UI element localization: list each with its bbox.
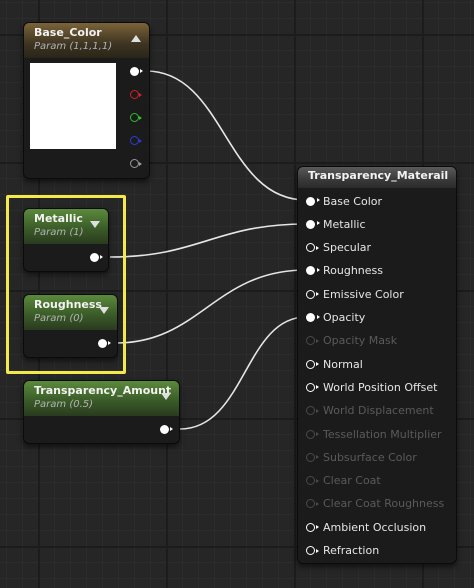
- material-input-label: Subsurface Color: [323, 450, 417, 464]
- material-input-base-color[interactable]: Base Color: [306, 192, 382, 210]
- material-input-tessellation-multiplier[interactable]: Tessellation Multiplier: [306, 425, 442, 443]
- material-input-label: World Position Offset: [323, 380, 438, 394]
- material-input-world-position-offset[interactable]: World Position Offset: [306, 378, 437, 396]
- roughness-output-pin[interactable]: [98, 339, 111, 348]
- input-pin-icon[interactable]: [306, 452, 319, 462]
- material-input-refraction[interactable]: Refraction: [306, 542, 379, 560]
- transparency-amount-subtitle: Param (0.5): [34, 399, 94, 410]
- base-color-blue-output-pin[interactable]: [130, 136, 142, 145]
- transparency-amount-title: Transparency_Amount: [34, 384, 172, 397]
- input-pin-icon[interactable]: [306, 522, 319, 532]
- input-pin-icon[interactable]: [306, 313, 320, 322]
- input-pin-icon[interactable]: [306, 429, 319, 439]
- material-input-label: Normal: [323, 357, 363, 371]
- material-input-clear-coat[interactable]: Clear Coat: [306, 472, 381, 490]
- material-input-label: Metallic: [323, 217, 366, 231]
- base-color-red-output-pin[interactable]: [130, 90, 142, 99]
- metallic-title: Metallic: [34, 212, 83, 225]
- roughness-subtitle: Param (0): [34, 313, 84, 324]
- material-result-node-header[interactable]: Transparency_Materail: [298, 167, 456, 188]
- material-input-world-displacement[interactable]: World Displacement: [306, 402, 434, 420]
- transparency-amount-node-header[interactable]: Transparency_Amount Param (0.5): [24, 381, 179, 416]
- wire-metallic[interactable]: [109, 223, 307, 258]
- input-pin-icon[interactable]: [306, 219, 320, 229]
- material-input-label: Opacity Mask: [323, 334, 398, 348]
- material-input-label: Ambient Occlusion: [323, 520, 427, 534]
- base-color-rgba-output-pin[interactable]: [130, 67, 143, 76]
- material-input-label: Clear Coat Roughness: [323, 497, 445, 511]
- wire-opacity[interactable]: [179, 316, 307, 430]
- material-input-opacity-mask[interactable]: Opacity Mask: [306, 332, 397, 350]
- base-color-node-header[interactable]: Base_Color Param (1,1,1,1): [24, 23, 149, 58]
- roughness-title: Roughness: [34, 298, 102, 311]
- material-input-label: Clear Coat: [323, 474, 381, 488]
- wire-base-color[interactable]: [145, 70, 307, 201]
- input-pin-icon[interactable]: [306, 243, 319, 253]
- material-input-label: Refraction: [323, 544, 380, 557]
- transparency-amount-node[interactable]: Transparency_Amount Param (0.5): [23, 380, 180, 444]
- input-pin-icon[interactable]: [306, 546, 319, 555]
- base-color-alpha-output-pin[interactable]: [130, 159, 142, 168]
- material-input-metallic[interactable]: Metallic: [306, 215, 366, 233]
- roughness-node-header[interactable]: Roughness Param (0): [24, 295, 117, 330]
- metallic-node-header[interactable]: Metallic Param (1): [24, 209, 108, 244]
- input-pin-icon[interactable]: [306, 476, 319, 486]
- expand-down-icon[interactable]: [99, 307, 109, 314]
- transparency-amount-output-pin[interactable]: [160, 425, 173, 434]
- material-input-subsurface-color[interactable]: Subsurface Color: [306, 448, 417, 466]
- metallic-subtitle: Param (1): [34, 227, 84, 238]
- material-input-label: Roughness: [323, 264, 384, 278]
- material-input-opacity[interactable]: Opacity: [306, 309, 365, 327]
- base-color-subtitle: Param (1,1,1,1): [34, 41, 113, 52]
- material-input-label: Tessellation Multiplier: [323, 427, 442, 441]
- collapse-up-icon[interactable]: [131, 35, 141, 42]
- roughness-node[interactable]: Roughness Param (0): [23, 294, 118, 358]
- metallic-node[interactable]: Metallic Param (1): [23, 208, 109, 272]
- expand-down-icon[interactable]: [90, 221, 100, 228]
- material-input-label: Specular: [323, 241, 372, 255]
- material-input-clear-coat-roughness[interactable]: Clear Coat Roughness: [306, 495, 444, 513]
- base-color-title: Base_Color: [34, 26, 102, 39]
- material-input-label: World Displacement: [323, 404, 434, 418]
- material-input-normal[interactable]: Normal: [306, 355, 363, 373]
- input-pin-icon[interactable]: [306, 382, 319, 392]
- material-input-ambient-occlusion[interactable]: Ambient Occlusion: [306, 518, 426, 536]
- material-result-node[interactable]: Transparency_Materail Base Color Metallic…: [297, 166, 457, 564]
- base-color-node[interactable]: Base_Color Param (1,1,1,1): [23, 22, 150, 179]
- input-pin-icon[interactable]: [306, 406, 319, 416]
- material-input-emissive-color[interactable]: Emissive Color: [306, 285, 404, 303]
- expand-down-icon[interactable]: [161, 393, 171, 400]
- base-color-preview-swatch: [30, 63, 116, 149]
- input-pin-icon[interactable]: [306, 266, 320, 276]
- material-input-specular[interactable]: Specular: [306, 239, 371, 257]
- input-pin-icon[interactable]: [306, 196, 320, 206]
- material-input-roughness[interactable]: Roughness: [306, 262, 383, 280]
- metallic-output-pin[interactable]: [90, 253, 103, 262]
- material-input-label: Opacity: [323, 311, 366, 324]
- input-pin-icon[interactable]: [306, 359, 319, 369]
- base-color-green-output-pin[interactable]: [130, 113, 142, 122]
- material-input-label: Base Color: [323, 194, 383, 208]
- wire-roughness[interactable]: [115, 269, 307, 344]
- input-pin-icon[interactable]: [306, 336, 319, 346]
- material-input-label: Emissive Color: [323, 287, 404, 301]
- material-title: Transparency_Materail: [308, 169, 449, 182]
- input-pin-icon[interactable]: [306, 499, 319, 509]
- input-pin-icon[interactable]: [306, 289, 319, 299]
